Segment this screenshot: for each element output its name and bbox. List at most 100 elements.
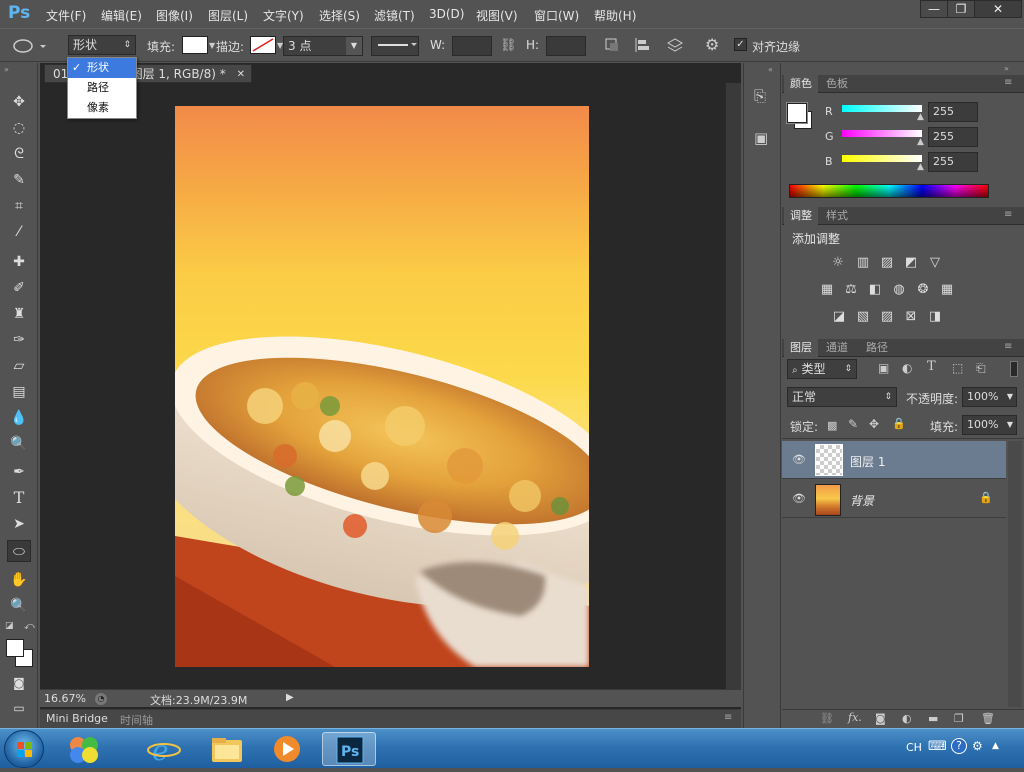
lock-position-icon[interactable]: ✥ <box>869 417 879 431</box>
blend-mode-select[interactable]: 正常 ⇕ <box>787 387 897 407</box>
marquee-tool-icon[interactable]: ◌ <box>7 117 31 139</box>
type-tool-icon[interactable]: T <box>7 487 31 509</box>
clone-stamp-tool-icon[interactable]: ♜ <box>7 303 31 325</box>
brightness-icon[interactable]: ☼ <box>829 255 847 270</box>
history-brush-tool-icon[interactable]: ✑ <box>7 329 31 351</box>
filter-adjustment-icon[interactable]: ◐ <box>902 361 912 375</box>
red-slider[interactable] <box>842 105 922 112</box>
layer-row[interactable]: 👁 背景 🔒 <box>782 480 1006 518</box>
layer-name[interactable]: 背景 <box>850 492 874 509</box>
menu-edit[interactable]: 编辑(E) <box>101 7 142 24</box>
slider-handle-icon[interactable]: ▲ <box>917 112 924 122</box>
internet-explorer-icon[interactable]: e <box>138 732 192 767</box>
stroke-width-field[interactable]: 3 点 ▼ <box>283 36 363 56</box>
menu-filter[interactable]: 滤镜(T) <box>374 7 415 24</box>
photo-filter-icon[interactable]: ◍ <box>890 282 908 297</box>
mode-option-pixels[interactable]: 像素 <box>68 98 136 118</box>
dodge-tool-icon[interactable]: 🔍 <box>7 433 31 455</box>
lock-pixels-icon[interactable]: ✎ <box>848 417 858 431</box>
history-panel-icon[interactable]: ⎘ <box>754 87 766 105</box>
tab-adjustments[interactable]: 调整 <box>784 207 818 225</box>
tab-styles[interactable]: 样式 <box>820 207 854 225</box>
settings-icon[interactable]: ⚙ <box>972 739 983 753</box>
quick-select-tool-icon[interactable]: ✎ <box>7 169 31 191</box>
blue-slider[interactable] <box>842 155 922 162</box>
minimize-button[interactable]: — <box>920 0 948 18</box>
restore-button[interactable]: ❐ <box>947 0 975 18</box>
panel-menu-icon[interactable]: ≡ <box>724 712 732 723</box>
new-adjustment-icon[interactable]: ◐ <box>902 712 912 725</box>
path-operations-icon[interactable] <box>604 37 620 53</box>
fill-field[interactable]: 100% ▼ <box>962 415 1017 435</box>
new-layer-icon[interactable]: ❐ <box>954 712 964 725</box>
link-layers-icon[interactable]: ⛓ <box>820 712 834 725</box>
opacity-field[interactable]: 100% ▼ <box>962 387 1017 407</box>
ellipse-tool-icon[interactable]: ⬭ <box>7 540 31 562</box>
height-field[interactable] <box>546 36 586 56</box>
media-center-icon[interactable] <box>58 732 112 766</box>
tool-preset-picker[interactable] <box>8 36 48 56</box>
pen-tool-icon[interactable]: ✒ <box>7 461 31 483</box>
tool-mode-select[interactable]: 形状 ⇕ <box>68 35 136 55</box>
properties-panel-icon[interactable]: ▣ <box>754 129 768 147</box>
green-value-field[interactable]: 255 <box>928 127 978 147</box>
gradient-map-icon[interactable]: ⊠ <box>902 309 920 324</box>
panel-menu-icon[interactable]: ≡ <box>1004 341 1012 352</box>
media-player-icon[interactable] <box>260 732 314 766</box>
close-tab-icon[interactable]: ✕ <box>237 65 245 84</box>
gear-icon[interactable]: ⚙ <box>705 35 719 54</box>
fill-swatch[interactable] <box>182 36 208 54</box>
levels-icon[interactable]: ▥ <box>854 255 872 270</box>
default-colors-icon[interactable]: ◪ <box>5 621 14 631</box>
layer-row[interactable]: 👁 图层 1 <box>782 441 1006 479</box>
lasso-tool-icon[interactable]: ᘓ <box>7 143 31 165</box>
layer-name[interactable]: 图层 1 <box>850 453 885 470</box>
blur-tool-icon[interactable]: 💧 <box>7 407 31 429</box>
vertical-scrollbar[interactable] <box>726 83 741 689</box>
menu-view[interactable]: 视图(V) <box>476 7 518 24</box>
new-group-icon[interactable]: ▬ <box>928 712 938 725</box>
language-indicator[interactable]: CH <box>906 741 922 754</box>
lock-transparent-icon[interactable]: ▩ <box>827 419 837 432</box>
path-select-tool-icon[interactable]: ➤ <box>7 513 31 535</box>
foreground-color-swatch[interactable] <box>6 639 24 657</box>
color-spectrum-bar[interactable] <box>789 184 989 198</box>
color-lookup-icon[interactable]: ▦ <box>938 282 956 297</box>
trash-icon[interactable]: 🗑 <box>981 712 995 725</box>
channel-mixer-icon[interactable]: ❂ <box>914 282 932 297</box>
visibility-eye-icon[interactable]: 👁 <box>792 453 806 466</box>
tab-timeline[interactable]: 时间轴 <box>120 712 153 728</box>
selective-color-icon[interactable]: ◨ <box>926 309 944 324</box>
panel-menu-icon[interactable]: ≡ <box>1004 77 1012 88</box>
menu-select[interactable]: 选择(S) <box>319 7 360 24</box>
green-slider[interactable] <box>842 130 922 137</box>
move-tool-icon[interactable]: ✥ <box>7 91 31 113</box>
swap-colors-icon[interactable]: ⤺ <box>24 621 35 632</box>
file-explorer-icon[interactable] <box>200 732 254 766</box>
menu-file[interactable]: 文件(F) <box>46 7 86 24</box>
tab-channels[interactable]: 通道 <box>820 339 854 357</box>
stroke-type-select[interactable] <box>371 36 419 56</box>
collapse-icon[interactable]: » <box>4 65 9 74</box>
healing-brush-tool-icon[interactable]: ✚ <box>7 251 31 273</box>
menu-help[interactable]: 帮助(H) <box>594 7 636 24</box>
chevron-down-icon[interactable]: ▼ <box>209 41 215 50</box>
width-field[interactable] <box>452 36 492 56</box>
crop-tool-icon[interactable]: ⌗ <box>7 195 31 217</box>
tab-color[interactable]: 颜色 <box>784 75 818 93</box>
menu-3d[interactable]: 3D(D) <box>429 7 464 21</box>
align-edges-checkbox[interactable]: ✓ <box>734 38 747 51</box>
mode-option-shape[interactable]: ✓ 形状 <box>68 58 136 78</box>
panel-menu-icon[interactable]: ≡ <box>1004 209 1012 220</box>
color-balance-icon[interactable]: ⚖ <box>842 282 860 297</box>
color-foreground-swatch[interactable] <box>786 102 808 124</box>
invert-icon[interactable]: ◪ <box>830 309 848 324</box>
mode-option-path[interactable]: 路径 <box>68 78 136 98</box>
filter-shape-icon[interactable]: ⬚ <box>952 361 963 375</box>
filter-toggle[interactable] <box>1010 361 1018 377</box>
exposure-icon[interactable]: ◩ <box>902 255 920 270</box>
gradient-tool-icon[interactable]: ▤ <box>7 381 31 403</box>
black-white-icon[interactable]: ◧ <box>866 282 884 297</box>
link-icon[interactable]: ⛓ <box>500 38 517 53</box>
tab-layers[interactable]: 图层 <box>784 339 818 357</box>
